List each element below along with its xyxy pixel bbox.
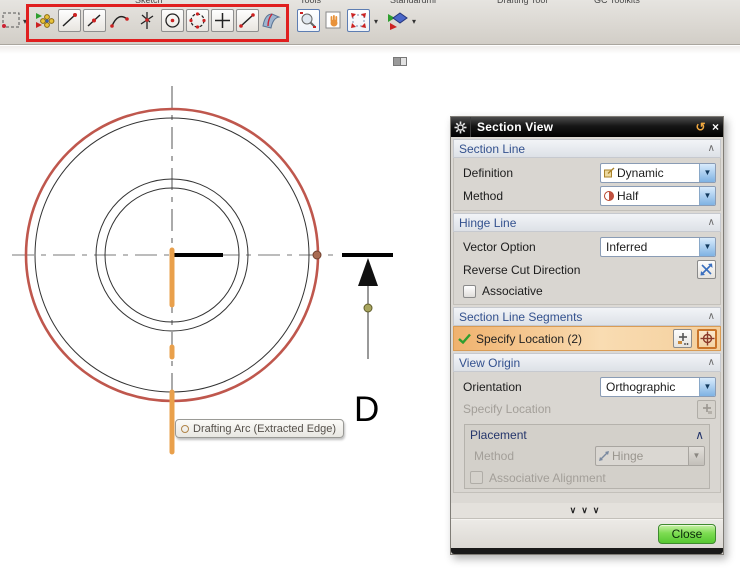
placement-method-label: Method xyxy=(474,448,515,463)
dialog-footer: Close xyxy=(451,519,723,548)
hinge-icon xyxy=(596,450,612,462)
section-line-header-label: Section Line xyxy=(459,141,526,156)
associative-checkbox[interactable] xyxy=(463,284,476,298)
specify-location-row[interactable]: Specify Location (2) xyxy=(453,326,721,351)
orientation-label: Orientation xyxy=(463,379,522,394)
section-line-segments-header-label: Section Line Segments xyxy=(459,309,583,324)
vector-option-dropdown[interactable]: Inferred ▼ xyxy=(600,236,716,257)
placement-group: Placement ∧ Method Hinge ▼ Associative A… xyxy=(464,424,710,489)
definition-label: Definition xyxy=(463,165,514,180)
collapse-chevron-icon[interactable]: ∧ xyxy=(695,428,704,442)
dropdown-arrow-icon[interactable]: ▼ xyxy=(699,186,715,205)
view-origin-header-label: View Origin xyxy=(459,355,521,370)
close-icon[interactable]: × xyxy=(708,120,723,134)
hinge-line-header[interactable]: Hinge Line ∧ xyxy=(453,213,721,232)
reverse-cut-direction-label: Reverse Cut Direction xyxy=(463,262,581,277)
half-icon xyxy=(601,190,617,202)
placement-method-value: Hinge xyxy=(612,448,644,463)
circle-handle-dot[interactable] xyxy=(312,250,322,260)
view-origin-body: Orientation Orthographic ▼ Specify Locat… xyxy=(453,372,721,493)
placement-header[interactable]: Placement ∧ xyxy=(465,425,709,444)
specify-location-disabled-button xyxy=(697,399,716,419)
dynamic-icon xyxy=(601,166,617,179)
section-line-body: Definition Dynamic ▼ Method Half ▼ xyxy=(453,158,721,211)
placement-method-dropdown: Hinge ▼ xyxy=(595,445,705,466)
section-line-segments-header[interactable]: Section Line Segments ∧ xyxy=(453,307,721,326)
orientation-dropdown[interactable]: Orthographic ▼ xyxy=(600,376,716,397)
specify-location-target-button[interactable] xyxy=(697,328,717,349)
placement-header-label: Placement xyxy=(470,427,527,442)
gear-icon[interactable] xyxy=(451,117,471,137)
arc-ring-icon xyxy=(181,424,189,433)
method-label: Method xyxy=(463,188,504,203)
dropdown-arrow-icon: ▼ xyxy=(688,446,704,465)
associative-alignment-checkbox xyxy=(470,471,483,484)
check-icon xyxy=(458,333,471,344)
associative-alignment-label: Associative Alignment xyxy=(489,470,606,485)
point-dialog-button[interactable] xyxy=(673,329,692,348)
dialog-bottom-edge xyxy=(451,548,723,554)
definition-value: Dynamic xyxy=(617,165,664,180)
method-value: Half xyxy=(617,188,639,203)
specify-location-disabled-label: Specify Location xyxy=(463,402,552,416)
section-view-letter: D xyxy=(354,390,380,429)
orientation-value: Orthographic xyxy=(606,379,676,394)
close-button[interactable]: Close xyxy=(658,524,716,544)
reset-icon[interactable]: ↺ xyxy=(693,120,708,134)
tooltip-text: Drafting Arc (Extracted Edge) xyxy=(193,422,337,435)
dropdown-arrow-icon[interactable]: ▼ xyxy=(699,237,715,256)
collapse-chevron-icon[interactable]: ∧ xyxy=(708,311,715,322)
associative-label: Associative xyxy=(482,284,543,298)
show-more-chevrons[interactable]: ∨∨∨ xyxy=(451,503,723,519)
view-origin-header[interactable]: View Origin ∧ xyxy=(453,353,721,372)
dialog-titlebar[interactable]: Section View ↺ × xyxy=(451,117,723,137)
definition-dropdown[interactable]: Dynamic ▼ xyxy=(600,162,716,183)
collapse-chevron-icon[interactable]: ∧ xyxy=(708,143,715,154)
vector-option-value: Inferred xyxy=(606,239,648,254)
collapse-chevron-icon[interactable]: ∧ xyxy=(708,217,715,228)
specify-location-label: Specify Location (2) xyxy=(476,331,583,346)
section-view-dialog: Section View ↺ × Section Line ∧ Definiti… xyxy=(450,116,724,555)
dropdown-arrow-icon[interactable]: ▼ xyxy=(699,377,715,396)
collapse-chevron-icon[interactable]: ∧ xyxy=(708,357,715,368)
hinge-line-header-label: Hinge Line xyxy=(459,215,517,230)
dialog-title: Section View xyxy=(477,120,554,134)
reverse-direction-button[interactable] xyxy=(697,260,716,279)
vector-option-label: Vector Option xyxy=(463,239,536,254)
hinge-line-body: Vector Option Inferred ▼ Reverse Cut Dir… xyxy=(453,232,721,305)
dropdown-arrow-icon[interactable]: ▼ xyxy=(699,163,715,182)
arrow-handle-dot[interactable] xyxy=(363,303,373,313)
section-line-header[interactable]: Section Line ∧ xyxy=(453,139,721,158)
cursor-tooltip: Drafting Arc (Extracted Edge) xyxy=(175,419,345,438)
method-dropdown[interactable]: Half ▼ xyxy=(600,185,716,206)
